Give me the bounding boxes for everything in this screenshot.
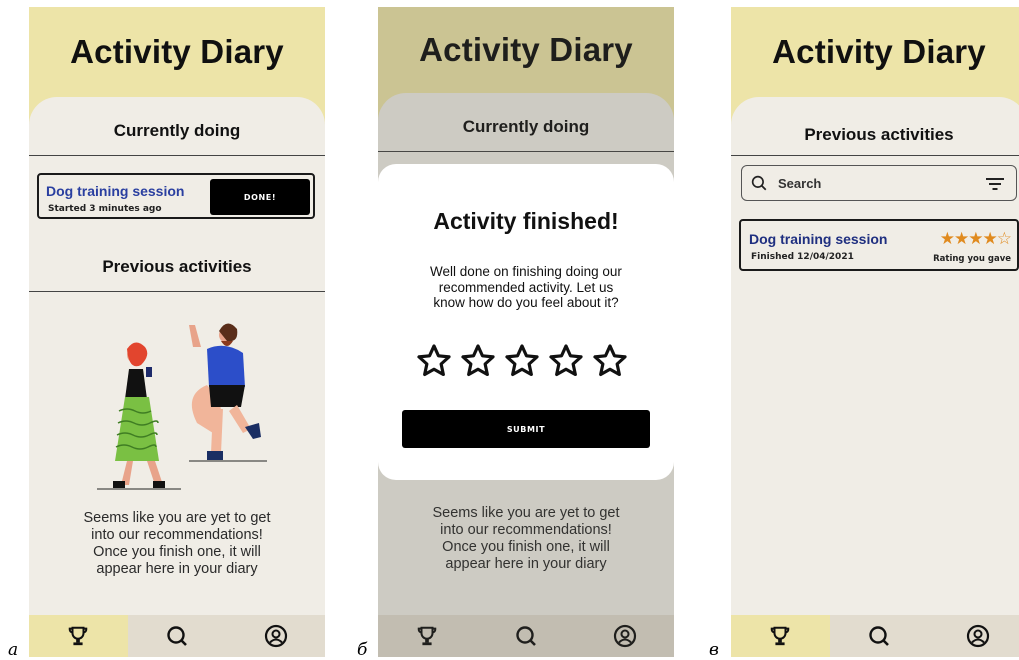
- current-activity-card[interactable]: Dog training session Started 3 minutes a…: [37, 173, 315, 219]
- search-icon: [751, 175, 767, 191]
- submit-button[interactable]: SUBMIT: [402, 410, 650, 448]
- trophy-icon: [771, 626, 790, 646]
- currently-doing-heading: Currently doing: [113, 121, 241, 140]
- phone-screen-current: Activity Diary Currently doing Dog train…: [29, 7, 325, 657]
- dialog-message: Well done on finishing doing our recomme…: [430, 264, 622, 310]
- phone-screen-previous: Activity Diary Previous activities Searc…: [731, 7, 1019, 657]
- filter-icon: [986, 178, 1004, 190]
- activity-finished-date: Finished 12/04/2021: [751, 252, 854, 262]
- previous-activities-heading: Previous activities: [102, 257, 252, 276]
- people-illustration: [97, 323, 267, 490]
- star-icon[interactable]: [591, 342, 629, 380]
- phone-screen-rating-modal: Activity Diary Currently doing Seems lik…: [378, 7, 674, 657]
- profile-icon: [264, 624, 287, 648]
- activity-finished-dialog: Activity finished! Well done on finishin…: [378, 164, 674, 480]
- bottom-nav: [731, 615, 1019, 657]
- search-icon: [869, 626, 889, 646]
- search-input[interactable]: Search: [778, 176, 821, 191]
- search-icon: [167, 626, 187, 646]
- nav-profile[interactable]: [226, 615, 325, 657]
- bottom-nav: [29, 615, 325, 657]
- nav-search[interactable]: [128, 615, 227, 657]
- search-bar[interactable]: Search: [741, 165, 1017, 201]
- panel-letter-b: б: [357, 640, 368, 660]
- star-icon[interactable]: [415, 342, 453, 380]
- panel-letter-a: а: [8, 640, 19, 660]
- rating-stars-icon: ★★★★☆: [939, 229, 1012, 249]
- app-title: Activity Diary: [772, 33, 986, 70]
- empty-state-text: Seems like you are yet to get into our r…: [83, 510, 271, 577]
- trophy-icon: [69, 626, 88, 646]
- dialog-title: Activity finished!: [433, 208, 619, 234]
- divider: [29, 155, 325, 156]
- star-icon[interactable]: [503, 342, 541, 380]
- star-rating-input: [415, 342, 629, 380]
- nav-trophy[interactable]: [29, 615, 128, 657]
- previous-activity-card[interactable]: Dog training session Finished 12/04/2021…: [739, 219, 1019, 271]
- nav-search[interactable]: [830, 615, 929, 657]
- nav-trophy[interactable]: [731, 615, 830, 657]
- divider: [731, 155, 1019, 156]
- done-button[interactable]: DONE!: [210, 179, 310, 215]
- app-title: Activity Diary: [70, 33, 284, 70]
- nav-profile[interactable]: [928, 615, 1019, 657]
- filter-button[interactable]: [986, 176, 1004, 195]
- activity-name: Dog training session: [749, 231, 888, 247]
- star-icon[interactable]: [547, 342, 585, 380]
- previous-activities-heading: Previous activities: [804, 125, 954, 144]
- activity-started: Started 3 minutes ago: [48, 204, 162, 214]
- profile-icon: [966, 624, 989, 648]
- panel-letter-c: в: [709, 640, 719, 660]
- activity-name: Dog training session: [46, 183, 185, 199]
- divider: [29, 291, 325, 292]
- star-icon[interactable]: [459, 342, 497, 380]
- search-field-icon: [750, 174, 768, 196]
- rating-label: Rating you gave: [933, 254, 1011, 264]
